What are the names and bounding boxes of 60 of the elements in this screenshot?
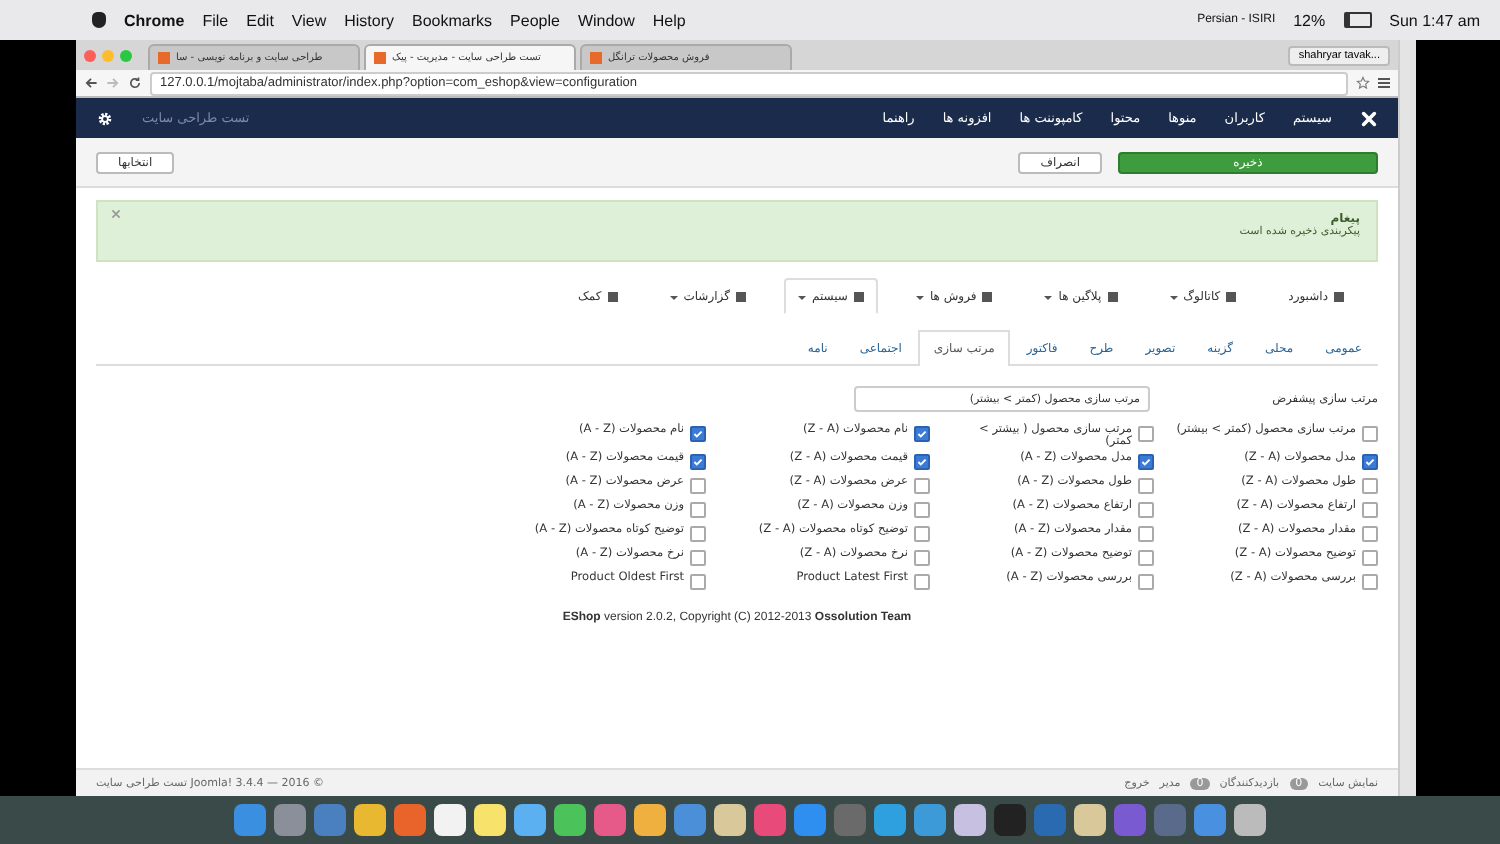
- checkbox[interactable]: [690, 454, 706, 470]
- checkbox[interactable]: [1362, 426, 1378, 442]
- checkbox[interactable]: [914, 478, 930, 494]
- checkbox[interactable]: [1138, 478, 1154, 494]
- window-controls-icon[interactable]: [84, 49, 132, 61]
- checkbox[interactable]: [690, 426, 706, 442]
- checkbox[interactable]: [1362, 478, 1378, 494]
- scrollbar[interactable]: [1398, 40, 1416, 796]
- checkbox[interactable]: [914, 502, 930, 518]
- app-icon[interactable]: [514, 804, 546, 836]
- app-icon[interactable]: [1074, 804, 1106, 836]
- app-icon[interactable]: [434, 804, 466, 836]
- close-icon[interactable]: [110, 208, 122, 220]
- checkbox[interactable]: [1362, 550, 1378, 566]
- settings-icon[interactable]: [96, 109, 114, 127]
- checkbox[interactable]: [914, 426, 930, 442]
- checkbox[interactable]: [1138, 502, 1154, 518]
- checkbox[interactable]: [914, 454, 930, 470]
- battery-icon[interactable]: [1343, 12, 1372, 28]
- checkbox[interactable]: [1362, 454, 1378, 470]
- checkbox[interactable]: [1138, 526, 1154, 542]
- forward-icon[interactable]: [106, 76, 120, 90]
- logo-icon[interactable]: [1360, 109, 1378, 127]
- checkbox[interactable]: [914, 526, 930, 542]
- checkbox[interactable]: [1138, 454, 1154, 470]
- bookmark-star-icon[interactable]: [1356, 76, 1370, 90]
- app-icon[interactable]: [354, 804, 386, 836]
- checkbox[interactable]: [690, 478, 706, 494]
- checkbox[interactable]: [1138, 574, 1154, 590]
- checkbox[interactable]: [690, 574, 706, 590]
- app-icon[interactable]: [954, 804, 986, 836]
- app-icon[interactable]: [714, 804, 746, 836]
- menu-item[interactable]: Window: [577, 11, 635, 29]
- checkbox[interactable]: [1362, 526, 1378, 542]
- menu-item[interactable]: View: [291, 11, 327, 29]
- menu-item[interactable]: Help: [652, 11, 686, 29]
- menu-item[interactable]: Bookmarks: [412, 11, 493, 29]
- back-icon[interactable]: [84, 76, 98, 90]
- app-icon[interactable]: [474, 804, 506, 836]
- app-icon[interactable]: [554, 804, 586, 836]
- menu-item[interactable]: Edit: [246, 11, 274, 29]
- menu-item[interactable]: File: [202, 11, 229, 29]
- reload-icon[interactable]: [128, 76, 142, 90]
- menu-item[interactable]: Chrome: [124, 11, 185, 29]
- checkbox[interactable]: [690, 526, 706, 542]
- menu-icon[interactable]: [1378, 78, 1390, 88]
- checkbox[interactable]: [1138, 426, 1154, 442]
- checkbox[interactable]: [1362, 502, 1378, 518]
- checkbox[interactable]: [914, 574, 930, 590]
- checkbox[interactable]: [1138, 550, 1154, 566]
- clock[interactable]: Sun 1:47 am: [1389, 11, 1480, 29]
- menu-item[interactable]: History: [344, 11, 395, 29]
- checkbox[interactable]: [690, 502, 706, 518]
- checkbox[interactable]: [690, 550, 706, 566]
- app-icon[interactable]: [634, 804, 666, 836]
- menu-item[interactable]: People: [510, 11, 560, 29]
- checkbox[interactable]: [914, 550, 930, 566]
- checkbox[interactable]: [1362, 574, 1378, 590]
- app-icon[interactable]: [1234, 804, 1266, 836]
- battery-percent: 12%: [1293, 11, 1326, 29]
